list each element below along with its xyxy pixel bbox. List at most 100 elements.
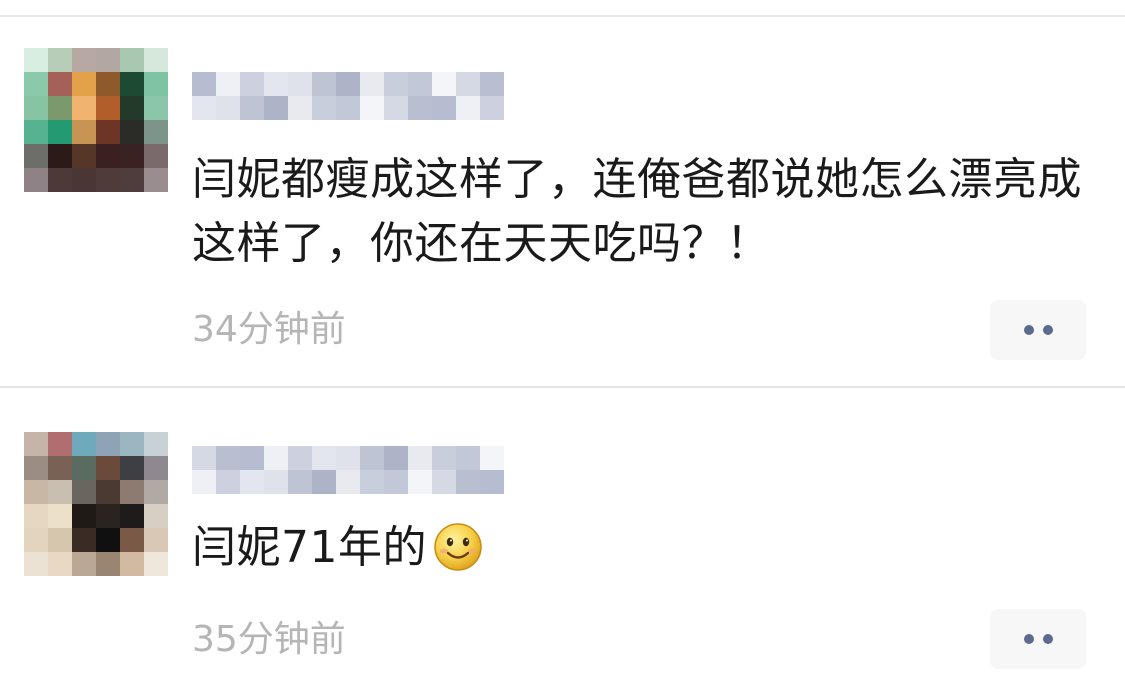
avatar-pixel [144, 552, 168, 576]
avatar-pixel [96, 504, 120, 528]
avatar-pixel [120, 432, 144, 456]
avatar-pixel [48, 528, 72, 552]
avatar-pixel [120, 96, 144, 120]
username-pixel [216, 446, 240, 470]
avatar-pixel [24, 456, 48, 480]
avatar-pixel [120, 552, 144, 576]
avatar-pixel [96, 480, 120, 504]
username-pixel [312, 470, 336, 494]
dot-icon [1023, 325, 1034, 335]
username-blurred[interactable] [192, 446, 504, 494]
username-pixel [408, 96, 432, 120]
avatar-pixel [120, 168, 144, 192]
username-pixel [216, 72, 240, 96]
username-pixel [312, 72, 336, 96]
avatar-pixel [144, 72, 168, 96]
avatar-pixel [48, 552, 72, 576]
avatar-pixel [72, 48, 96, 72]
username-pixel [360, 96, 384, 120]
avatar-pixel [48, 72, 72, 96]
avatar-pixel [72, 552, 96, 576]
username-pixel [408, 470, 432, 494]
avatar-pixel [144, 504, 168, 528]
avatar-pixel [72, 72, 96, 96]
username-pixel [288, 446, 312, 470]
avatar-pixel [96, 552, 120, 576]
username-pixel [360, 72, 384, 96]
username-pixel [432, 96, 456, 120]
comment-timestamp: 34分钟前 [192, 309, 346, 350]
username-pixel [216, 470, 240, 494]
avatar-pixel [120, 48, 144, 72]
avatar-pixel [48, 144, 72, 168]
avatar-pixel [72, 504, 96, 528]
username-pixel [240, 470, 264, 494]
avatar-pixel [96, 456, 120, 480]
username-pixel [456, 96, 480, 120]
username-pixel [336, 96, 360, 120]
avatar-pixel [144, 432, 168, 456]
avatar-pixel [72, 456, 96, 480]
avatar-pixel [24, 504, 48, 528]
avatar-pixel [24, 144, 48, 168]
username-pixel [432, 470, 456, 494]
username-pixel [480, 72, 504, 96]
avatar-pixel [96, 48, 120, 72]
dot-icon [1023, 634, 1034, 644]
avatar-pixel [24, 552, 48, 576]
avatar-pixel [144, 48, 168, 72]
username-pixel [336, 470, 360, 494]
username-pixel [192, 446, 216, 470]
avatar-pixel [72, 480, 96, 504]
username-pixel [336, 446, 360, 470]
avatar-pixel [96, 96, 120, 120]
username-pixel [432, 72, 456, 96]
avatar-pixel [144, 120, 168, 144]
avatar-pixel [48, 432, 72, 456]
avatar-pixel [96, 144, 120, 168]
avatar-pixel [48, 480, 72, 504]
avatar-pixel [144, 144, 168, 168]
username-pixel [264, 470, 288, 494]
username-blurred[interactable] [192, 72, 504, 120]
username-pixel [456, 72, 480, 96]
avatar[interactable] [24, 432, 168, 576]
avatar-pixel [48, 48, 72, 72]
avatar-pixel [144, 168, 168, 192]
comment-text: 闫妮都瘦成这样了，连俺爸都说她怎么漂亮成这样了，你还在天天吃吗？！ [192, 148, 1092, 276]
avatar-pixel [48, 96, 72, 120]
avatar-pixel [120, 504, 144, 528]
avatar-pixel [96, 528, 120, 552]
username-pixel [384, 470, 408, 494]
username-pixel [192, 72, 216, 96]
more-options-button[interactable] [990, 609, 1086, 669]
username-pixel [240, 72, 264, 96]
username-pixel [480, 96, 504, 120]
username-pixel [480, 446, 504, 470]
comment-text-content: 闫妮71年的 [192, 522, 427, 573]
avatar-pixel [72, 432, 96, 456]
username-pixel [408, 446, 432, 470]
avatar-pixel [48, 504, 72, 528]
username-pixel [384, 446, 408, 470]
username-pixel [264, 96, 288, 120]
avatar-pixel [24, 120, 48, 144]
avatar-pixel [24, 528, 48, 552]
username-pixel [192, 96, 216, 120]
avatar-pixel [96, 72, 120, 96]
avatar-pixel [48, 120, 72, 144]
username-pixel [264, 72, 288, 96]
avatar-pixel [120, 456, 144, 480]
avatar[interactable] [24, 48, 168, 192]
username-pixel [288, 470, 312, 494]
avatar-pixel [24, 432, 48, 456]
username-pixel [432, 446, 456, 470]
username-pixel [312, 96, 336, 120]
avatar-pixel [96, 432, 120, 456]
username-pixel [360, 446, 384, 470]
username-pixel [480, 470, 504, 494]
username-pixel [216, 96, 240, 120]
more-options-button[interactable] [990, 300, 1086, 360]
username-pixel [240, 446, 264, 470]
username-pixel [192, 470, 216, 494]
